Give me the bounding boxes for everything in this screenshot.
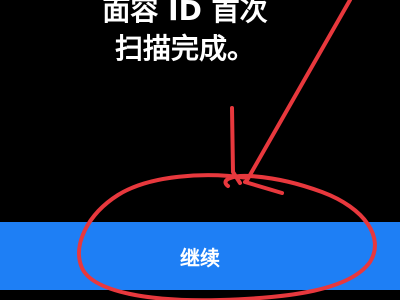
annotation-arrow-head-right [243,180,284,195]
message-line-1: 面容 ID 首次 [102,0,268,27]
annotation-arrow-head-left [230,106,242,185]
face-id-setup-screen: 面容 ID 首次 扫描完成。 继续 [0,0,400,300]
continue-button-label: 继续 [180,245,220,270]
continue-button[interactable]: 继续 [0,222,400,290]
message-line-2: 扫描完成。 [114,32,255,65]
